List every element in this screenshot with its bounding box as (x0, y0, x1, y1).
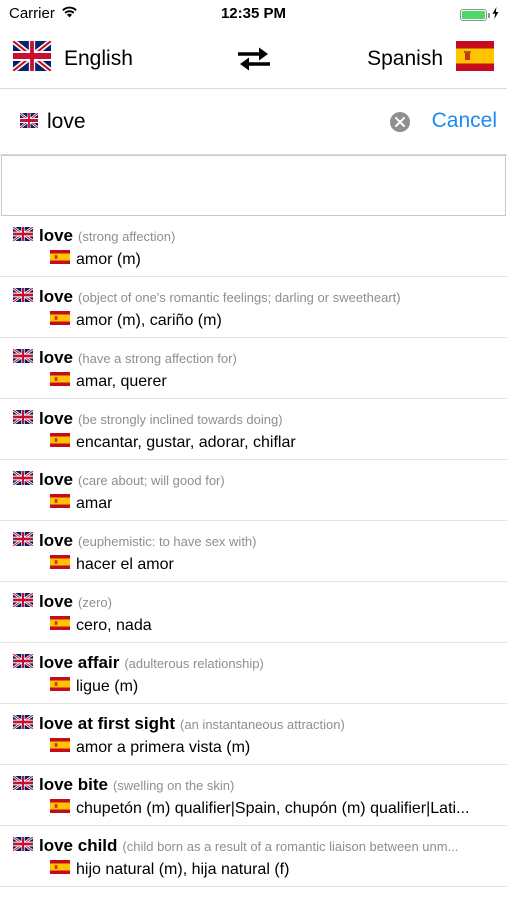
cancel-button[interactable]: Cancel (432, 109, 497, 133)
uk-flag-icon (13, 348, 34, 368)
entry-term: love (39, 409, 74, 428)
entry-translation: ligue (m) (76, 677, 139, 695)
entry-gloss: (an instantaneous attraction) (180, 716, 345, 732)
list-item[interactable]: love (care about; will good for) amar (0, 460, 507, 521)
uk-flag-icon (13, 470, 34, 490)
spain-flag-icon (50, 616, 70, 635)
entry-gloss: (be strongly inclined towards doing) (78, 411, 283, 427)
spain-flag-icon (50, 250, 70, 269)
search-input[interactable] (47, 107, 377, 137)
entry-translation: hijo natural (m), hija natural (f) (76, 860, 290, 878)
entry-term: love (39, 470, 74, 489)
swap-languages-button[interactable] (235, 45, 273, 73)
list-item[interactable]: love (object of one's romantic feelings;… (0, 277, 507, 338)
entry-translation: amar (76, 494, 113, 512)
entry-translation: cero, nada (76, 616, 152, 634)
entry-term: love affair (39, 653, 120, 672)
uk-flag-icon (13, 409, 34, 429)
entry-gloss: (euphemistic: to have sex with) (78, 533, 257, 549)
uk-flag-icon (13, 775, 34, 795)
entry-term: love (39, 348, 74, 367)
list-item[interactable]: love (be strongly inclined towards doing… (0, 399, 507, 460)
entry-gloss: (care about; will good for) (78, 472, 225, 488)
target-language-button[interactable]: Spanish (367, 41, 494, 76)
entry-translation: hacer el amor (76, 555, 174, 573)
entry-term: love (39, 531, 74, 550)
entry-gloss: (object of one's romantic feelings; darl… (78, 289, 401, 305)
uk-flag-icon (13, 226, 34, 246)
entry-translation: amar, querer (76, 372, 167, 390)
entry-term: love (39, 592, 74, 611)
entry-gloss: (have a strong affection for) (78, 350, 237, 366)
target-language-label: Spanish (367, 46, 443, 70)
list-item[interactable]: love child (child born as a result of a … (0, 826, 507, 887)
spain-flag-icon (50, 555, 70, 574)
uk-flag-icon (13, 714, 34, 734)
uk-flag-icon (13, 836, 34, 856)
spain-flag-icon (50, 311, 70, 330)
entry-gloss: (strong affection) (78, 228, 176, 244)
charging-bolt-icon (492, 6, 499, 24)
list-item[interactable]: love (zero) cero, nada (0, 582, 507, 643)
swap-arrows-icon (235, 47, 273, 77)
uk-flag-icon (19, 111, 39, 133)
entry-gloss: (adulterous relationship) (124, 655, 264, 671)
results-list: love (strong affection) amor (m) love (o… (0, 216, 507, 887)
entry-term: love (39, 287, 74, 306)
spain-flag-icon (50, 372, 70, 391)
spain-flag-icon (50, 738, 70, 757)
source-language-button[interactable]: English (12, 38, 133, 76)
uk-flag-icon (13, 287, 34, 307)
uk-flag-icon (13, 592, 34, 612)
entry-term: love at first sight (39, 714, 176, 733)
clear-icon[interactable] (390, 112, 410, 132)
source-language-label: English (64, 46, 133, 70)
banner-area (1, 155, 506, 216)
spain-flag-icon (50, 860, 70, 879)
spain-flag-icon (50, 494, 70, 513)
uk-flag-icon (13, 531, 34, 551)
entry-translation: amor (m), cariño (m) (76, 311, 222, 329)
entry-term: love (39, 226, 74, 245)
entry-gloss: (zero) (78, 594, 112, 610)
uk-flag-icon (13, 653, 34, 673)
entry-gloss: (swelling on the skin) (112, 777, 235, 793)
uk-flag-icon (12, 38, 52, 76)
entry-term: love bite (39, 775, 108, 794)
search-bar: Cancel (0, 88, 507, 155)
list-item[interactable]: love (euphemistic: to have sex with) hac… (0, 521, 507, 582)
entry-translation: encantar, gustar, adorar, chiflar (76, 433, 296, 451)
language-bar: English Spanish (0, 36, 507, 82)
list-item[interactable]: love at first sight (an instantaneous at… (0, 704, 507, 765)
list-item[interactable]: love bite (swelling on the skin) chupetó… (0, 765, 507, 826)
entry-translation: amor (m) (76, 250, 141, 268)
spain-flag-icon (456, 41, 494, 76)
list-item[interactable]: love affair (adulterous relationship) li… (0, 643, 507, 704)
spain-flag-icon (50, 433, 70, 452)
entry-gloss: (child born as a result of a romantic li… (122, 838, 459, 854)
spain-flag-icon (50, 677, 70, 696)
list-item[interactable]: love (strong affection) amor (m) (0, 216, 507, 277)
spain-flag-icon (50, 799, 70, 818)
status-time: 12:35 PM (220, 5, 287, 22)
entry-translation: chupetón (m) qualifier|Spain, chupón (m)… (76, 799, 470, 817)
entry-translation: amor a primera vista (m) (76, 738, 251, 756)
status-bar: Carrier 12:35 PM (0, 0, 507, 28)
entry-term: love child (39, 836, 118, 855)
battery-icon (460, 6, 499, 24)
list-item[interactable]: love (have a strong affection for) amar,… (0, 338, 507, 399)
